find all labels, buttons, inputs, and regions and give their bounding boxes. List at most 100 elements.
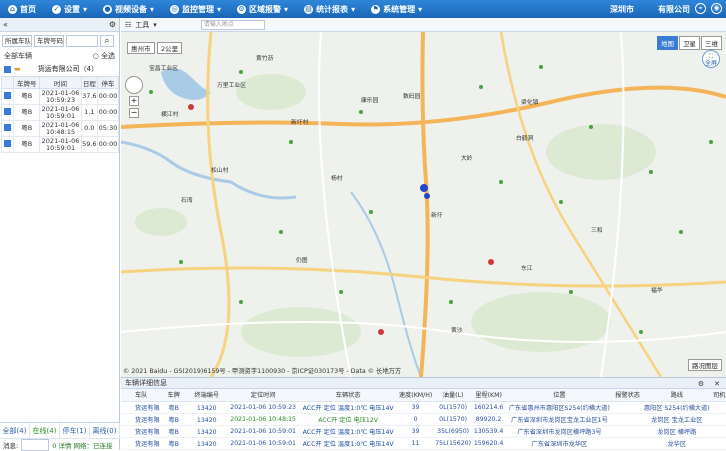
expand-icon: ⛶ [708,53,714,60]
select-all-toggle[interactable]: ○ 全选 [93,51,115,61]
svg-text:横江村: 横江村 [161,110,179,118]
message-status: 消息: 0 详情 网络：已连接 [0,438,120,451]
map-toolbar: ☷ 工具 ▾ 请输入地点 [121,18,726,32]
group-label: 货运有限公司（4） [23,65,99,73]
user-icon[interactable]: ◉ [711,3,722,14]
col-alarm[interactable]: 报警状态 [614,389,642,402]
table-row[interactable]: 粤B 2021-01-06 10:59:01 59.6 00:00 [1,136,119,153]
fullscreen-button[interactable]: ⛶ 全屏 [702,50,720,68]
select-row: 全部车辆 ○ 全选 [0,50,119,62]
grid-icon[interactable]: ☷ [125,21,131,29]
nav-home[interactable]: ⌂ 首页 [0,0,44,18]
collapse-icon[interactable]: « [3,20,8,29]
report-icon: ▤ [304,4,314,14]
row-checkbox[interactable] [4,92,11,99]
vehicle-panel: « ⚙ 所属车队 车牌号码 ⌕ 全部车辆 ○ 全选 ▬ 货运有限公司（4） 车牌… [0,18,120,451]
table-row[interactable]: 粤B 2021-01-06 10:59:23 37.6 00:00 [1,88,119,105]
message-input[interactable] [21,438,50,451]
home-icon: ⌂ [8,4,17,14]
search-input[interactable] [66,35,98,47]
nav-report[interactable]: ▤ 统计报表 ▾ [296,0,363,18]
map-type-satellite[interactable]: 卫星 [679,36,700,50]
zoom-out-button[interactable]: − [129,108,139,118]
svg-text:黄竹沥: 黄竹沥 [256,54,274,62]
svg-text:黄沙: 黄沙 [451,326,463,334]
svg-text:松山村: 松山村 [211,166,229,174]
table-row[interactable]: 货运有限 粤B 13420 2021-01-06 10:59:01 ACC开 定… [121,437,726,450]
svg-text:宝昌工业区: 宝昌工业区 [149,64,178,72]
plate-select[interactable]: 车牌号码 [34,35,64,47]
map-type-map[interactable]: 地图 [657,36,678,50]
map-type-3d[interactable]: 三维 [701,36,722,50]
col-driver[interactable]: 司机 [712,389,726,402]
top-nav-bar: ⌂ 首页 ✓ 设置 ▾ ● 视频设备 ▾ ◎ 监控管理 ▾ ⚙ 区域报警 ▾ ▤ 统计报表 ▾ ⚑ 系统… [0,0,726,18]
table-row[interactable]: 粤B 2021-01-06 10:59:01 1.1 00:00 [1,104,119,121]
tab-parked[interactable]: 停车(1) [60,423,90,438]
nav-monitor[interactable]: ◎ 监控管理 ▾ [162,0,229,18]
folder-icon: ▬ [14,65,21,73]
place-search-input[interactable]: 请输入地点 [200,19,265,30]
col-mileage[interactable]: 里程(KM) [472,389,505,402]
tab-online[interactable]: 在线(4) [30,423,60,438]
col-team[interactable]: 车队 [121,389,162,402]
system-icon: ⚑ [371,4,381,14]
col-mileage[interactable]: 日程 [80,76,99,89]
svg-text:仍图: 仍图 [296,256,308,264]
team-select[interactable]: 所属车队 [2,35,32,47]
group-row[interactable]: ▬ 货运有限公司（4） [0,62,119,76]
map-canvas[interactable]: 宝昌工业区 万里工业区 横江村 新圩村 康乐园 数码园 梁化镇 松山村 大岭 白… [121,32,726,377]
col-fuel[interactable]: 油量(L) [433,389,473,402]
table-row[interactable]: 粤B 2021-01-06 10:48:15 0.0 05:30 [1,120,119,137]
svg-text:万里工业区: 万里工业区 [217,81,246,89]
svg-text:杨村: 杨村 [331,174,343,182]
company-name: 深圳市 有限公司 [610,5,690,14]
svg-text:石湾: 石湾 [181,196,193,204]
layer-button[interactable]: 路况图层 [688,359,722,371]
row-checkbox[interactable] [4,140,11,147]
monitor-icon: ◎ [170,4,180,14]
close-icon[interactable]: ✕ [714,379,720,390]
col-terminal[interactable]: 终端编号 [186,389,228,402]
gear-icon[interactable]: ⚙ [698,379,704,390]
nav-settings[interactable]: ✓ 设置 ▾ [44,0,95,18]
nav-system[interactable]: ⚑ 系统管理 ▾ [363,0,430,18]
city-badge[interactable]: 惠州市 [127,42,155,54]
col-time[interactable]: 定位时间 [227,389,299,402]
col-stop[interactable]: 停车 [97,76,119,89]
col-time[interactable]: 时间 [39,76,82,89]
svg-text:数码园: 数码园 [403,92,421,100]
col-position[interactable]: 位置 [504,389,615,402]
svg-text:新圩村: 新圩村 [291,118,309,126]
settings-icon: ✓ [52,4,61,14]
svg-text:三和: 三和 [591,226,603,234]
col-plate[interactable]: 车牌号 [12,76,41,89]
filter-row: 所属车队 车牌号码 ⌕ [0,32,119,50]
nav-video[interactable]: ● 视频设备 ▾ [95,0,162,18]
row-checkbox[interactable] [4,124,11,131]
chevron-down-icon: ▾ [153,20,157,29]
nav-alarm[interactable]: ⚙ 区域报警 ▾ [229,0,296,18]
panel-settings-icon[interactable]: ⚙ [109,20,116,29]
table-row[interactable]: 货运有限 粤B 13420 2021-01-06 10:59:01 ACC开 定… [121,425,726,438]
search-button[interactable]: ⌕ [100,35,114,47]
detail-header: 车辆详细信息 ⚙ ✕ [121,378,726,389]
col-status[interactable]: 车辆状态 [298,389,398,402]
col-plate[interactable]: 车牌 [161,389,187,402]
table-row[interactable]: 货运有限 粤B 13420 2021-01-06 10:48:15 ACC开 定… [121,413,726,426]
table-row[interactable]: 货运有限 粤B 13420 2021-01-06 10:59:23 ACC开 定… [121,401,726,414]
map-scale: 2公里 [157,42,183,54]
col-speed[interactable]: 速度(KM/H) [397,389,434,402]
pan-control-icon[interactable] [125,76,143,94]
row-checkbox[interactable] [4,108,11,115]
map-copyright: © 2021 Baidu - GS(2019)6159号 - 甲测资字11009… [123,368,402,375]
tools-menu[interactable]: 工具 [135,20,149,30]
tab-all[interactable]: 全部(4) [0,423,30,438]
group-checkbox[interactable] [4,65,11,73]
location-icon[interactable]: ⌖ [695,3,706,14]
tab-offline[interactable]: 离线(0) [90,423,120,438]
all-vehicles-label: 全部车辆 [4,52,32,60]
map-graphics: 宝昌工业区 万里工业区 横江村 新圩村 康乐园 数码园 梁化镇 松山村 大岭 白… [121,32,726,377]
zoom-in-button[interactable]: + [129,96,139,106]
map-type-switch: 地图 卫星 三维 [657,36,722,50]
col-route[interactable]: 路线 [641,389,713,402]
